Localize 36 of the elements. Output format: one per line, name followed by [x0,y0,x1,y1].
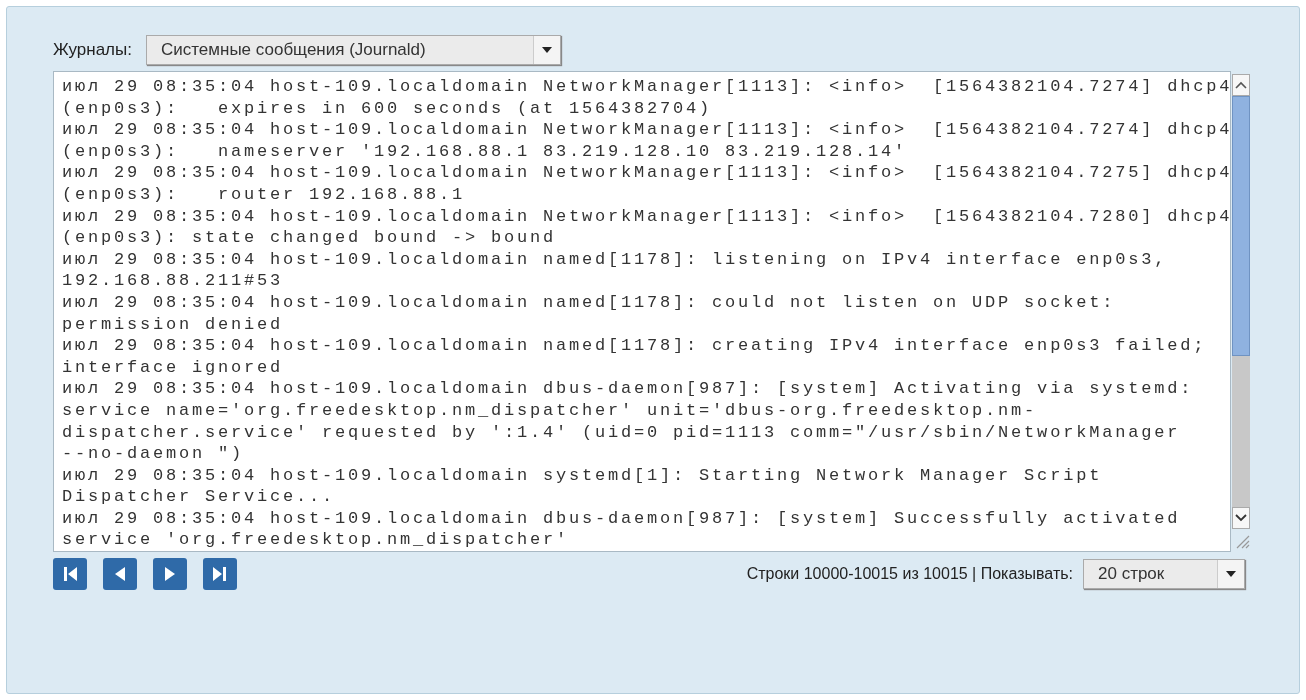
log-line: (enp0s3): state changed bound -> bound [62,227,558,249]
log-line: июл 29 08:35:04 host-109.localdomain dbus-daemon[987]: [system] Activating via systemd: [62,378,1195,400]
prev-page-button[interactable] [103,558,137,591]
log-line: (enp0s3): router 192.168.88.1 [62,183,467,206]
log-line: июл 29 08:35:04 host-109.localdomain named[1178]: listening on IPv4 interface enp0s3, [62,248,1169,271]
last-page-button[interactable] [203,558,237,591]
journal-label: Журналы: [53,40,132,60]
log-line: service name='org.freedesktop.nm_dispatcher' unit='dbus-org.freedesktop.nm- [62,399,1039,422]
log-line: --no-daemon ") [62,443,246,465]
log-line: dispatcher.service' requested by ':1.4' (uid=0 pid=1113 comm="/usr/sbin/NetworkManager [62,421,1182,444]
scrollbar-thumb[interactable] [1232,96,1251,356]
log-line: июл 29 08:35:04 host-109.localdomain NetworkManager[1113]: <info> [1564382104.7280] dhcp4 [62,205,1233,228]
log-line: июл 29 08:35:04 host-109.localdomain named[1178]: creating IPv4 interface enp0s3 failed; [62,335,1208,357]
log-line: июл 29 08:35:04 host-109.localdomain NetworkManager[1113]: <info> [1564382104.7274] dhcp4 [62,76,1233,98]
log-line: interface ignored [62,356,285,379]
first-page-button[interactable] [53,558,87,591]
next-page-button[interactable] [153,558,187,591]
chevron-up-icon [1235,81,1248,89]
log-line: 192.168.88.211#53 [62,270,285,292]
log-line: Dispatcher Service... [62,486,337,508]
page-size-select[interactable]: 20 строк [1083,559,1245,590]
log-line: permission denied [62,313,285,336]
rows-range-text: Строки 10000-10015 из 10015 | Показывать: [746,565,1073,584]
log-line: июл 29 08:35:04 host-109.localdomain named[1178]: could not listen on UDP socket: [62,291,1117,314]
dropdown-caret-icon [1226,571,1236,578]
log-line: (enp0s3): expires in 600 seconds (at 1564382704) [62,97,714,120]
log-line: service 'org.freedesktop.nm_dispatcher' [62,529,571,552]
dropdown-caret-icon [542,47,552,53]
log-line: июл 29 08:35:04 host-109.localdomain systemd[1]: Starting Network Manager Script [62,464,1104,487]
log-line: июл 29 08:35:04 host-109.localdomain dbus-daemon[987]: [system] Successfully activated [62,507,1182,530]
log-line: (enp0s3): nameserver '192.168.88.1 83.219.128.10 83.219.128.14' [62,140,909,163]
journal-select[interactable]: Системные сообщения (Journald) [146,35,561,65]
resize-grip-icon[interactable] [1234,533,1251,550]
log-line: июл 29 08:35:04 host-109.localdomain NetworkManager[1113]: <info> [1564382104.7275] dhcp4 [62,162,1233,184]
chevron-down-icon [1235,514,1248,523]
log-line: июл 29 08:35:04 host-109.localdomain NetworkManager[1113]: <info> [1564382104.7274] dhcp4 [62,119,1233,141]
